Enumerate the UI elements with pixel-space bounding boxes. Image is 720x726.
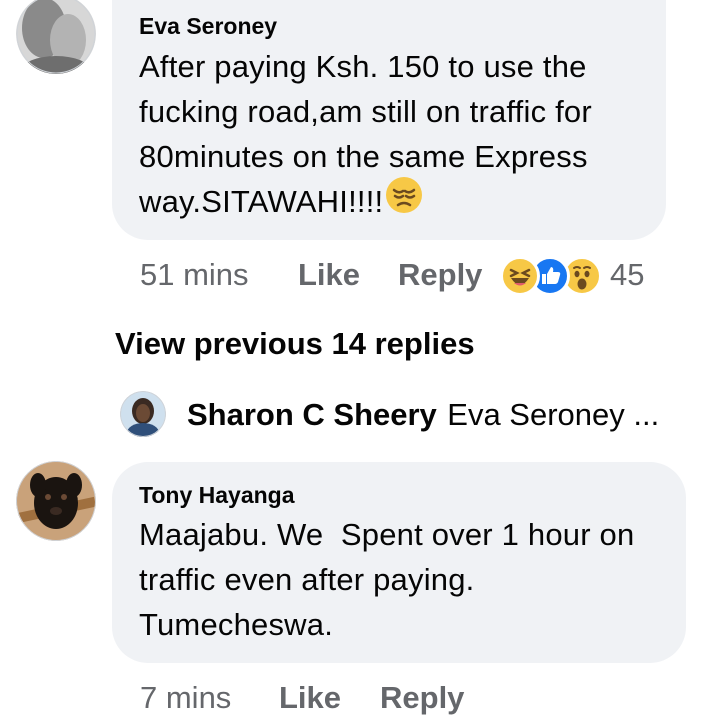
comment-text: Maajabu. We Spent over 1 hour on traffic…: [139, 512, 679, 647]
reply-preview[interactable]: Sharon C Sheery Eva Seroney ...: [187, 397, 659, 433]
comment-text-line: fucking road,am still on traffic for: [139, 94, 592, 129]
comment-text-line: 80minutes on the same Express: [139, 139, 588, 174]
view-previous-replies-link[interactable]: View previous 14 replies: [115, 326, 475, 362]
avatar[interactable]: [16, 0, 96, 74]
pensive-face-icon: [385, 176, 423, 226]
reactions-summary[interactable]: 45: [500, 254, 660, 298]
like-button[interactable]: Like: [279, 680, 341, 716]
comment-text-segment: way.SITAWAHI!!!!: [139, 184, 384, 219]
reply-author[interactable]: Sharon C Sheery: [187, 397, 437, 432]
comment-text: After paying Ksh. 150 to use the fucking…: [139, 44, 659, 226]
reply-preview-text: Eva Seroney ...: [447, 397, 660, 432]
comment-text-line: Tumecheswa.: [139, 607, 334, 642]
comment-author[interactable]: Eva Seroney: [139, 12, 277, 40]
comment-text-line: traffic even after paying.: [139, 562, 475, 597]
reply-button[interactable]: Reply: [398, 257, 482, 293]
reaction-count: 45: [610, 257, 645, 292]
profile-photo: [16, 0, 96, 74]
comment-time: 51 mins: [140, 257, 249, 292]
avatar[interactable]: [16, 461, 96, 541]
comment-text-line: Maajabu. We Spent over 1 hour on: [139, 517, 635, 552]
avatar[interactable]: [120, 391, 166, 437]
comment-time: 7 mins: [140, 680, 232, 715]
like-button[interactable]: Like: [298, 257, 360, 293]
laughing-face-icon: [500, 256, 540, 296]
profile-photo: [120, 391, 166, 437]
comment-author[interactable]: Tony Hayanga: [139, 481, 295, 509]
profile-photo: [16, 461, 96, 541]
comment-text-line: After paying Ksh. 150 to use the: [139, 49, 587, 84]
comment-text-line: way.SITAWAHI!!!!: [139, 176, 659, 226]
reply-button[interactable]: Reply: [380, 680, 464, 716]
